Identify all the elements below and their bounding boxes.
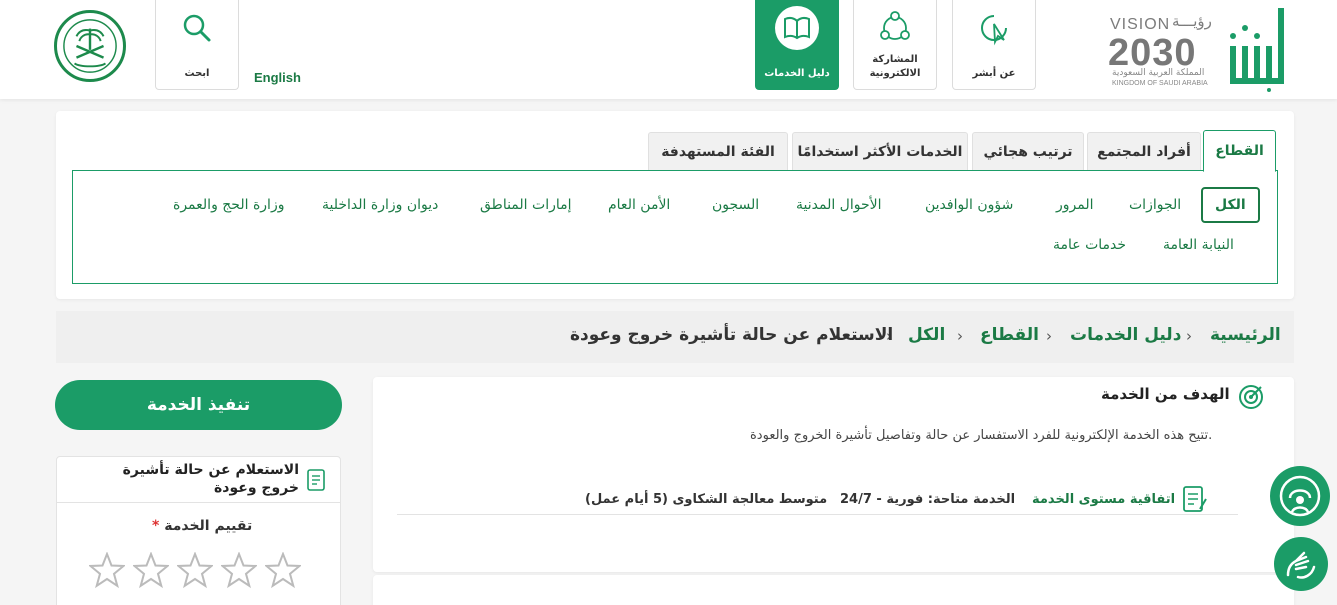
network-icon	[875, 8, 915, 48]
breadcrumb-current: الاستعلام عن حالة تأشيرة خروج وعودة	[570, 325, 894, 345]
required-mark: *	[152, 518, 160, 534]
e-participation-label-line1: المشاركة	[872, 54, 918, 65]
breadcrumb-all[interactable]: الكل	[908, 325, 945, 345]
service-details-card	[373, 377, 1294, 572]
sla-availability: الخدمة متاحة: فورية - 24/7	[840, 492, 1016, 507]
breadcrumb-sector[interactable]: القطاع	[980, 325, 1039, 345]
search-button[interactable]: ابحث	[155, 0, 239, 90]
breadcrumb-guide[interactable]: دليل الخدمات	[1070, 325, 1181, 345]
vision-arabic: رؤيـــة	[1172, 12, 1212, 30]
palm-swords-icon	[63, 19, 117, 73]
agreement-document-icon	[1180, 485, 1208, 515]
service-extra-card	[373, 575, 1294, 605]
execute-service-button[interactable]: تنفيذ الخدمة	[55, 380, 342, 430]
ministry-emblem-logo[interactable]	[54, 10, 126, 82]
sign-language-button[interactable]	[1274, 537, 1328, 591]
language-switch-link[interactable]: English	[254, 70, 301, 85]
services-guide-button[interactable]: دليل الخدمات	[755, 0, 839, 90]
star-icon[interactable]	[133, 552, 169, 590]
sector-chip-expatriates[interactable]: شؤون الوافدين	[925, 197, 1013, 213]
rating-label-text: تقييم الخدمة	[164, 518, 253, 534]
rating-stars[interactable]	[89, 552, 301, 590]
kingdom-english: KINGDOM OF SAUDI ARABIA	[1112, 80, 1208, 87]
sector-chip-emirates[interactable]: إمارات المناطق	[480, 197, 572, 213]
sector-chip-prosecution[interactable]: النيابة العامة	[1163, 237, 1234, 253]
breadcrumb-separator-icon: ›	[1186, 327, 1192, 345]
sector-chip-traffic[interactable]: المرور	[1056, 197, 1094, 213]
star-icon[interactable]	[221, 552, 257, 590]
cursor-circle-icon	[974, 8, 1014, 48]
rated-service-name: الاستعلام عن حالة تأشيرة خروج وعودة	[122, 462, 299, 496]
star-icon[interactable]	[177, 552, 213, 590]
sector-chip-public-security[interactable]: الأمن العام	[608, 197, 670, 213]
star-icon[interactable]	[89, 552, 125, 590]
sign-language-hands-icon	[1286, 551, 1316, 579]
tab-community[interactable]: أفراد المجتمع	[1087, 132, 1201, 171]
tab-sector[interactable]: القطاع	[1203, 130, 1276, 172]
form-document-icon	[305, 468, 327, 492]
sla-title: اتفاقية مستوى الخدمة	[1032, 492, 1176, 507]
vision-2030-logo: VISION رؤيـــة 2030 المملكة العربية السع…	[1108, 12, 1218, 90]
absher-logo[interactable]	[1226, 6, 1290, 92]
divider	[397, 514, 1238, 515]
search-label: ابحث	[184, 68, 210, 79]
service-goal-title: الهدف من الخدمة	[1101, 385, 1230, 403]
breadcrumb-home[interactable]: الرئيسية	[1210, 325, 1281, 345]
e-participation-label-line2: الالكترونية	[869, 68, 921, 79]
sector-chip-all[interactable]: الكل	[1201, 187, 1260, 223]
sla-complaint-time: متوسط معالجة الشكاوى (5 أيام عمل)	[585, 492, 828, 507]
headset-support-icon	[1279, 475, 1321, 517]
about-absher-button[interactable]: عن أبشر	[952, 0, 1036, 90]
service-goal-text: تتيح هذه الخدمة الإلكترونية للفرد الاستف…	[750, 428, 1213, 443]
star-icon[interactable]	[265, 552, 301, 590]
sector-filter-box	[72, 170, 1278, 284]
tab-alphabetical[interactable]: ترتيب هجائي	[972, 132, 1084, 171]
about-absher-label: عن أبشر	[972, 68, 1016, 79]
sector-chip-passports[interactable]: الجوازات	[1129, 197, 1181, 213]
services-guide-label: دليل الخدمات	[764, 68, 830, 79]
breadcrumb-separator-icon: ›	[957, 327, 963, 345]
sector-chip-prisons[interactable]: السجون	[712, 197, 759, 213]
sector-chip-hajj[interactable]: وزارة الحج والعمرة	[173, 197, 284, 213]
sector-chip-moi-court[interactable]: ديوان وزارة الداخلية	[322, 197, 438, 213]
target-icon	[1238, 384, 1264, 410]
rating-label: تقييم الخدمة *	[152, 518, 252, 534]
sector-chip-general-services[interactable]: خدمات عامة	[1053, 237, 1126, 253]
sector-chip-civil-affairs[interactable]: الأحوال المدنية	[796, 197, 882, 213]
kingdom-arabic: المملكة العربية السعودية	[1112, 68, 1205, 78]
search-icon	[177, 8, 217, 48]
breadcrumb-separator-icon: ›	[1046, 327, 1052, 345]
chat-support-button[interactable]	[1270, 466, 1330, 526]
book-icon	[775, 6, 819, 50]
e-participation-button[interactable]: المشاركة الالكترونية	[853, 0, 937, 90]
tab-target-group[interactable]: الفئة المستهدفة	[648, 132, 788, 171]
tab-most-used[interactable]: الخدمات الأكثر استخدامًا	[792, 132, 968, 171]
